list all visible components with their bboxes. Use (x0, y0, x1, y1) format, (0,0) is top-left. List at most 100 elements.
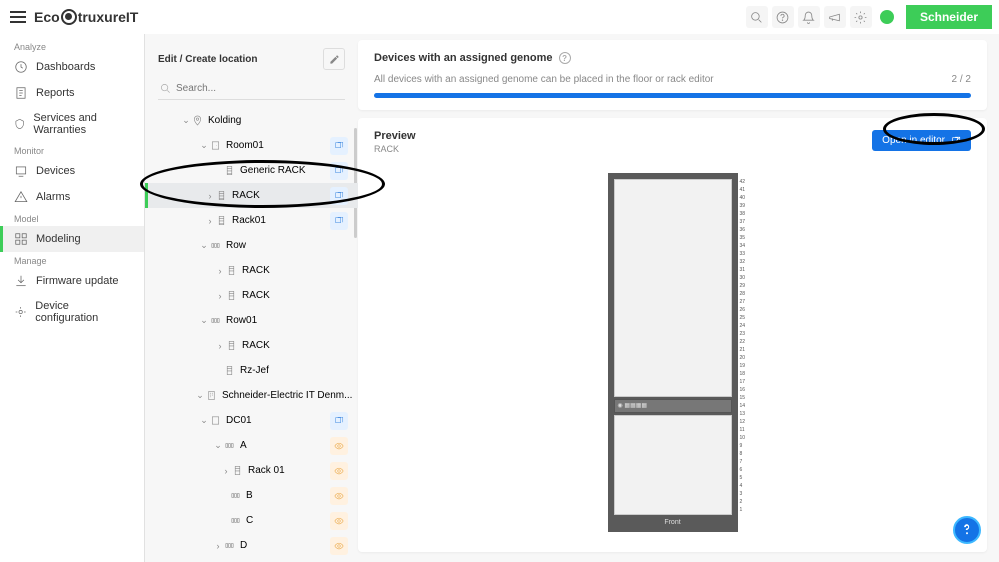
nav-devices[interactable]: Devices (0, 158, 144, 184)
tree-search-input[interactable] (158, 78, 345, 100)
rack-icon (225, 290, 237, 302)
chevron-right-icon: › (215, 341, 225, 351)
tree-node-b[interactable]: B (145, 483, 358, 508)
edit-location-button[interactable] (323, 48, 345, 70)
chevron-down-icon: ⌄ (195, 390, 205, 401)
help-fab[interactable] (953, 516, 981, 544)
rack-empty-space (614, 179, 732, 397)
genome-card: Devices with an assigned genome ? All de… (358, 40, 987, 110)
view-button[interactable] (330, 512, 348, 530)
chevron-right-icon: › (205, 216, 215, 226)
gear-icon[interactable] (850, 6, 872, 28)
rack-icon (215, 190, 227, 202)
chevron-down-icon: ⌄ (199, 240, 209, 251)
tree-node-rack-c[interactable]: › RACK (145, 333, 358, 358)
tree-title: Edit / Create location (158, 54, 257, 65)
brand-badge: Schneider (906, 5, 992, 29)
tree-node-rack-a[interactable]: › RACK (145, 258, 358, 283)
sidebar: Analyze Dashboards Reports Services and … (0, 34, 145, 562)
help-icon[interactable] (772, 6, 794, 28)
view-button[interactable] (330, 537, 348, 555)
rack-empty-space (614, 415, 732, 515)
genome-title: Devices with an assigned genome (374, 52, 553, 64)
chevron-right-icon: › (213, 541, 223, 551)
section-monitor: Monitor (0, 142, 144, 158)
tree-panel: Edit / Create location ⌄ Kolding ⌄ Room0… (145, 34, 358, 562)
open-room-button[interactable] (330, 137, 348, 155)
nav-services[interactable]: Services and Warranties (0, 106, 144, 142)
pin-icon (191, 115, 203, 127)
nav-alarms[interactable]: Alarms (0, 184, 144, 210)
tree-node-rack01-dc[interactable]: › Rack 01 (145, 458, 358, 483)
rack-device: ◉ ▦▦▦▦ (614, 399, 732, 413)
row-icon (223, 540, 235, 552)
open-rack-button[interactable] (330, 162, 348, 180)
view-button[interactable] (330, 437, 348, 455)
chevron-down-icon: ⌄ (199, 415, 209, 426)
rack-icon (225, 265, 237, 277)
tree-node-d[interactable]: › D (145, 533, 358, 558)
section-analyze: Analyze (0, 38, 144, 54)
genome-desc: All devices with an assigned genome can … (374, 74, 714, 85)
view-button[interactable] (330, 487, 348, 505)
megaphone-icon[interactable] (824, 6, 846, 28)
preview-title: Preview (374, 130, 416, 142)
tree-node-dc01[interactable]: ⌄ DC01 (145, 408, 358, 433)
progress-bar (374, 93, 971, 98)
rack-preview: ◉ ▦▦▦▦ 424140393837363534333231302928272… (608, 173, 738, 532)
open-rack-button[interactable] (330, 187, 348, 205)
location-tree: ⌄ Kolding ⌄ Room01 Generic RACK › RACK ›… (145, 108, 358, 558)
rack-icon (223, 365, 235, 377)
chevron-right-icon: › (221, 466, 231, 476)
nav-dashboards[interactable]: Dashboards (0, 54, 144, 80)
nav-reports[interactable]: Reports (0, 80, 144, 106)
chevron-right-icon: › (215, 266, 225, 276)
building-icon (205, 390, 217, 402)
chevron-right-icon: › (205, 191, 215, 201)
room-icon (209, 415, 221, 427)
chevron-down-icon: ⌄ (199, 140, 209, 151)
tree-node-rack01[interactable]: › Rack01 (145, 208, 358, 233)
tree-node-row01[interactable]: ⌄ Row01 (145, 308, 358, 333)
row-icon (223, 440, 235, 452)
row-icon (229, 515, 241, 527)
tree-node-rack-selected[interactable]: › RACK (145, 183, 358, 208)
info-icon[interactable]: ? (559, 52, 571, 64)
open-room-button[interactable] (330, 412, 348, 430)
chevron-right-icon: › (215, 291, 225, 301)
chevron-down-icon: ⌄ (199, 315, 209, 326)
preview-card: Preview RACK Open in editor ◉ ▦▦▦▦ 42414… (358, 118, 987, 552)
nav-modeling[interactable]: Modeling (0, 226, 144, 252)
tree-node-generic-rack[interactable]: Generic RACK (145, 158, 358, 183)
bell-icon[interactable] (798, 6, 820, 28)
genome-count: 2 / 2 (952, 74, 971, 85)
nav-firmware[interactable]: Firmware update (0, 268, 144, 294)
rack-icon (225, 340, 237, 352)
tree-node-c[interactable]: C (145, 508, 358, 533)
rack-icon (223, 165, 235, 177)
section-manage: Manage (0, 252, 144, 268)
rack-icon (215, 215, 227, 227)
open-rack-button[interactable] (330, 212, 348, 230)
search-icon (160, 83, 171, 94)
tree-node-a[interactable]: ⌄ A (145, 433, 358, 458)
nav-device-config[interactable]: Device configuration (0, 294, 144, 330)
view-button[interactable] (330, 462, 348, 480)
user-avatar[interactable] (880, 10, 894, 24)
section-model: Model (0, 210, 144, 226)
tree-node-room01[interactable]: ⌄ Room01 (145, 133, 358, 158)
app-logo: Ecotruxure IT (34, 9, 138, 25)
preview-subtitle: RACK (374, 144, 416, 154)
room-icon (209, 140, 221, 152)
hamburger-menu[interactable] (10, 11, 26, 23)
row-icon (209, 315, 221, 327)
tree-node-seit[interactable]: ⌄ Schneider-Electric IT Denm... (145, 383, 358, 408)
open-in-editor-button[interactable]: Open in editor (872, 130, 971, 151)
tree-node-rack-b[interactable]: › RACK (145, 283, 358, 308)
rack-front-label: Front (614, 519, 732, 526)
tree-node-row[interactable]: ⌄ Row (145, 233, 358, 258)
search-icon[interactable] (746, 6, 768, 28)
tree-node-rzjef[interactable]: Rz-Jef (145, 358, 358, 383)
tree-node-kolding[interactable]: ⌄ Kolding (145, 108, 358, 133)
chevron-down-icon: ⌄ (181, 115, 191, 126)
